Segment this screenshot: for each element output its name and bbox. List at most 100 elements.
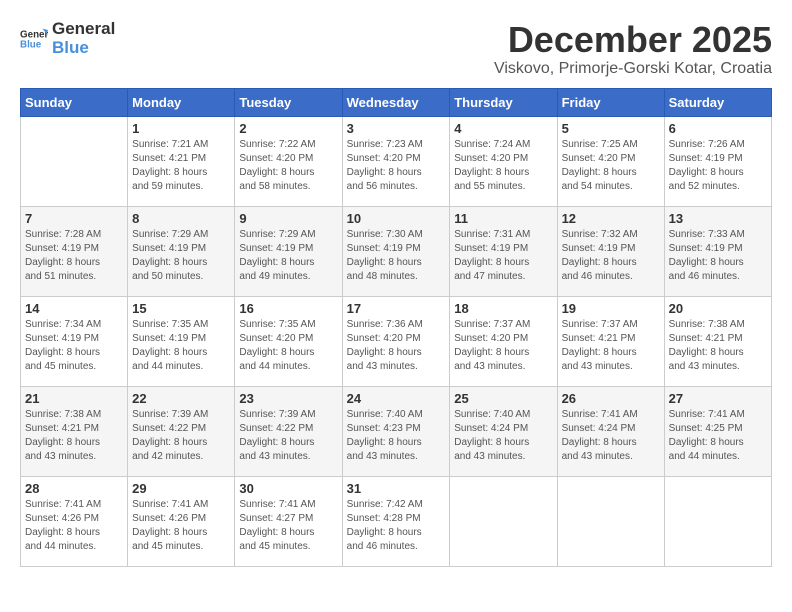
empty-cell [557,476,664,566]
month-title: December 2025 [494,20,772,60]
day-number: 15 [132,301,230,316]
day-cell-3: 3 Sunrise: 7:23 AMSunset: 4:20 PMDaylight… [342,116,450,206]
day-info: Sunrise: 7:33 AMSunset: 4:19 PMDaylight:… [669,228,767,284]
subtitle: Viskovo, Primorje-Gorski Kotar, Croatia [494,60,772,78]
calendar-body: 1 Sunrise: 7:21 AMSunset: 4:21 PMDaylight… [21,116,772,566]
week-row-5: 28 Sunrise: 7:41 AMSunset: 4:26 PMDayligh… [21,476,772,566]
day-info: Sunrise: 7:35 AMSunset: 4:19 PMDaylight:… [132,318,230,374]
day-number: 22 [132,391,230,406]
day-info: Sunrise: 7:36 AMSunset: 4:20 PMDaylight:… [347,318,446,374]
day-number: 4 [454,121,552,136]
empty-cell [450,476,557,566]
day-number: 6 [669,121,767,136]
day-number: 21 [25,391,123,406]
day-info: Sunrise: 7:21 AMSunset: 4:21 PMDaylight:… [132,138,230,194]
header-day-sunday: Sunday [21,88,128,116]
day-cell-25: 25Sunrise: 7:40 AMSunset: 4:24 PMDayligh… [450,386,557,476]
header-day-tuesday: Tuesday [235,88,342,116]
day-info: Sunrise: 7:28 AMSunset: 4:19 PMDaylight:… [25,228,123,284]
day-number: 2 [239,121,337,136]
day-number: 28 [25,481,123,496]
day-info: Sunrise: 7:22 AMSunset: 4:20 PMDaylight:… [239,138,337,194]
day-cell-10: 10Sunrise: 7:30 AMSunset: 4:19 PMDayligh… [342,206,450,296]
day-cell-23: 23Sunrise: 7:39 AMSunset: 4:22 PMDayligh… [235,386,342,476]
day-number: 25 [454,391,552,406]
day-cell-1: 1 Sunrise: 7:21 AMSunset: 4:21 PMDaylight… [128,116,235,206]
day-cell-4: 4 Sunrise: 7:24 AMSunset: 4:20 PMDaylight… [450,116,557,206]
day-cell-6: 6 Sunrise: 7:26 AMSunset: 4:19 PMDaylight… [664,116,771,206]
day-cell-9: 9 Sunrise: 7:29 AMSunset: 4:19 PMDaylight… [235,206,342,296]
day-number: 19 [562,301,660,316]
day-info: Sunrise: 7:34 AMSunset: 4:19 PMDaylight:… [25,318,123,374]
day-cell-18: 18Sunrise: 7:37 AMSunset: 4:20 PMDayligh… [450,296,557,386]
day-cell-8: 8 Sunrise: 7:29 AMSunset: 4:19 PMDaylight… [128,206,235,296]
header-day-monday: Monday [128,88,235,116]
day-info: Sunrise: 7:39 AMSunset: 4:22 PMDaylight:… [239,408,337,464]
logo: General Blue General Blue [20,20,115,57]
svg-text:Blue: Blue [20,39,42,50]
week-row-3: 14Sunrise: 7:34 AMSunset: 4:19 PMDayligh… [21,296,772,386]
day-cell-24: 24Sunrise: 7:40 AMSunset: 4:23 PMDayligh… [342,386,450,476]
day-info: Sunrise: 7:38 AMSunset: 4:21 PMDaylight:… [25,408,123,464]
calendar-table: SundayMondayTuesdayWednesdayThursdayFrid… [20,88,772,567]
day-cell-26: 26Sunrise: 7:41 AMSunset: 4:24 PMDayligh… [557,386,664,476]
day-cell-7: 7 Sunrise: 7:28 AMSunset: 4:19 PMDaylight… [21,206,128,296]
day-cell-11: 11Sunrise: 7:31 AMSunset: 4:19 PMDayligh… [450,206,557,296]
day-info: Sunrise: 7:24 AMSunset: 4:20 PMDaylight:… [454,138,552,194]
day-info: Sunrise: 7:29 AMSunset: 4:19 PMDaylight:… [239,228,337,284]
day-number: 16 [239,301,337,316]
day-number: 27 [669,391,767,406]
day-number: 18 [454,301,552,316]
week-row-4: 21 Sunrise: 7:38 AMSunset: 4:21 PMDayligh… [21,386,772,476]
day-info: Sunrise: 7:31 AMSunset: 4:19 PMDaylight:… [454,228,552,284]
day-cell-29: 29 Sunrise: 7:41 AMSunset: 4:26 PMDayligh… [128,476,235,566]
header-day-saturday: Saturday [664,88,771,116]
title-area: December 2025 Viskovo, Primorje-Gorski K… [494,20,772,78]
day-cell-28: 28 Sunrise: 7:41 AMSunset: 4:26 PMDayligh… [21,476,128,566]
logo-blue: Blue [52,39,115,58]
day-cell-31: 31Sunrise: 7:42 AMSunset: 4:28 PMDayligh… [342,476,450,566]
day-info: Sunrise: 7:23 AMSunset: 4:20 PMDaylight:… [347,138,446,194]
day-number: 3 [347,121,446,136]
day-info: Sunrise: 7:39 AMSunset: 4:22 PMDaylight:… [132,408,230,464]
day-number: 29 [132,481,230,496]
week-row-2: 7 Sunrise: 7:28 AMSunset: 4:19 PMDaylight… [21,206,772,296]
logo-icon: General Blue [20,25,48,53]
day-cell-16: 16Sunrise: 7:35 AMSunset: 4:20 PMDayligh… [235,296,342,386]
day-number: 26 [562,391,660,406]
header-day-friday: Friday [557,88,664,116]
week-row-1: 1 Sunrise: 7:21 AMSunset: 4:21 PMDaylight… [21,116,772,206]
day-number: 30 [239,481,337,496]
day-info: Sunrise: 7:41 AMSunset: 4:26 PMDaylight:… [25,498,123,554]
day-info: Sunrise: 7:37 AMSunset: 4:21 PMDaylight:… [562,318,660,374]
empty-cell [664,476,771,566]
day-cell-17: 17Sunrise: 7:36 AMSunset: 4:20 PMDayligh… [342,296,450,386]
day-cell-12: 12Sunrise: 7:32 AMSunset: 4:19 PMDayligh… [557,206,664,296]
day-number: 9 [239,211,337,226]
day-info: Sunrise: 7:41 AMSunset: 4:26 PMDaylight:… [132,498,230,554]
page-header: General Blue General Blue December 2025 … [20,20,772,78]
day-cell-5: 5 Sunrise: 7:25 AMSunset: 4:20 PMDaylight… [557,116,664,206]
day-number: 10 [347,211,446,226]
day-info: Sunrise: 7:25 AMSunset: 4:20 PMDaylight:… [562,138,660,194]
day-cell-2: 2 Sunrise: 7:22 AMSunset: 4:20 PMDaylight… [235,116,342,206]
day-number: 5 [562,121,660,136]
day-number: 13 [669,211,767,226]
day-number: 1 [132,121,230,136]
day-info: Sunrise: 7:38 AMSunset: 4:21 PMDaylight:… [669,318,767,374]
day-number: 31 [347,481,446,496]
day-cell-21: 21 Sunrise: 7:38 AMSunset: 4:21 PMDayligh… [21,386,128,476]
day-number: 7 [25,211,123,226]
day-cell-22: 22 Sunrise: 7:39 AMSunset: 4:22 PMDayligh… [128,386,235,476]
header-day-thursday: Thursday [450,88,557,116]
calendar-header: SundayMondayTuesdayWednesdayThursdayFrid… [21,88,772,116]
logo-text: General [52,20,115,39]
day-info: Sunrise: 7:40 AMSunset: 4:23 PMDaylight:… [347,408,446,464]
header-day-wednesday: Wednesday [342,88,450,116]
day-info: Sunrise: 7:26 AMSunset: 4:19 PMDaylight:… [669,138,767,194]
day-cell-15: 15 Sunrise: 7:35 AMSunset: 4:19 PMDayligh… [128,296,235,386]
day-info: Sunrise: 7:29 AMSunset: 4:19 PMDaylight:… [132,228,230,284]
day-cell-20: 20 Sunrise: 7:38 AMSunset: 4:21 PMDayligh… [664,296,771,386]
day-number: 20 [669,301,767,316]
day-number: 8 [132,211,230,226]
